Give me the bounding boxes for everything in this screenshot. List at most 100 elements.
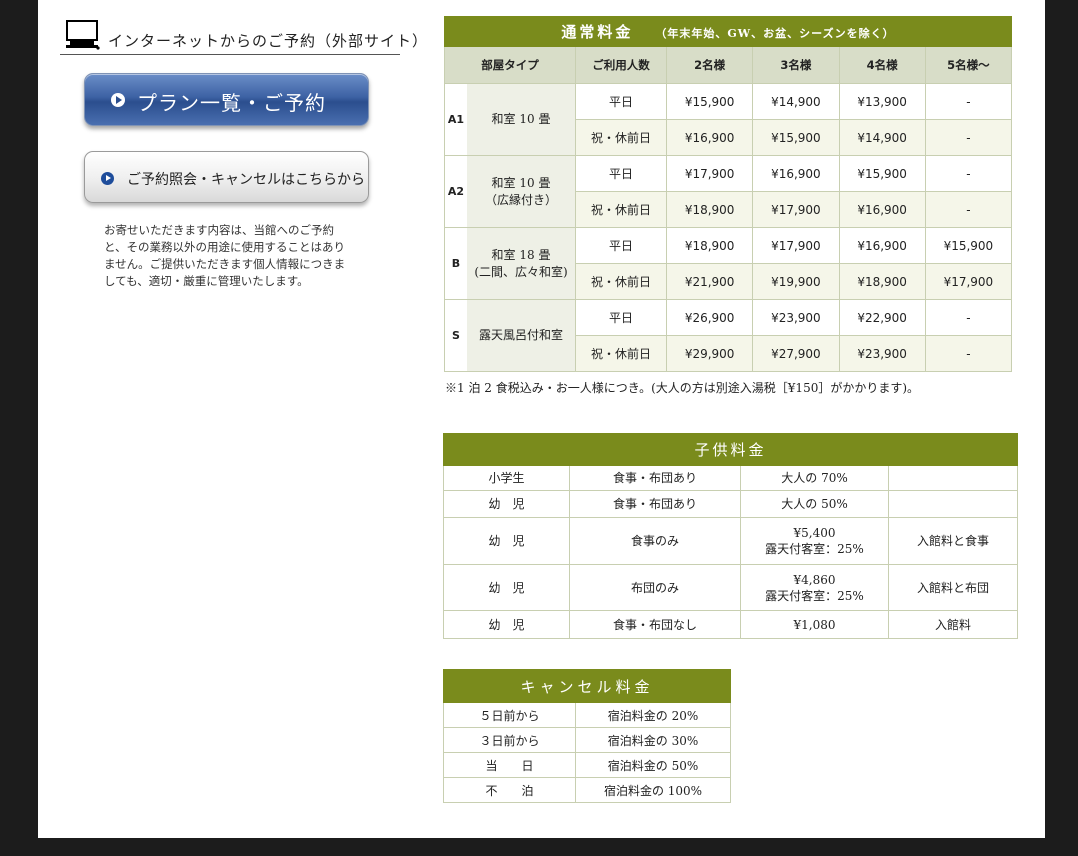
cancel-timing: 当 日: [443, 752, 576, 778]
table-row: 幼 児 食事のみ ¥5,400 露天付客室：25% 入館料と食事: [443, 517, 1018, 565]
price-5: -: [924, 335, 1013, 372]
price-4: ¥13,900: [838, 83, 926, 120]
child-price: ¥5,400 露天付客室：25%: [740, 517, 889, 565]
internet-reservation-heading-text: インターネットからのご予約（外部サイト）: [108, 32, 429, 50]
room-name-text: 露天風呂付和室: [478, 328, 563, 342]
table-row: ３日前から 宿泊料金の 30%: [443, 727, 731, 753]
child-category: 幼 児: [443, 517, 570, 565]
child-price-sub: 露天付客室：25%: [765, 542, 864, 556]
regular-rates-title-note: （年末年始、GW、お盆、シーズンを除く）: [655, 27, 895, 40]
child-price-main: 大人の 50%: [781, 497, 848, 511]
child-price-sub: 露天付客室：25%: [765, 588, 864, 603]
day-type: 祝・休前日: [575, 191, 667, 228]
price-3: ¥23,900: [752, 299, 840, 336]
child-category: 幼 児: [443, 564, 570, 611]
child-price: ¥1,080: [740, 610, 889, 639]
child-note: [888, 465, 1018, 491]
table-row: 幼 児 布団のみ ¥4,860 露天付客室：25% 入館料と布団: [443, 564, 1018, 611]
reservation-inquiry-cancel-button[interactable]: ご予約照会・キャンセルはこちらから: [84, 151, 369, 203]
child-price: 大人の 70%: [740, 465, 889, 491]
table-row: 幼 児 食事・布団あり 大人の 50%: [443, 490, 1018, 518]
price-2: ¥18,900: [665, 227, 754, 264]
rate-footnote: ※1 泊 2 食税込み・お一人様につき。(大人の方は別途入湯税［¥150］がかか…: [445, 381, 920, 395]
table-row: 不 泊 宿泊料金の 100%: [443, 777, 731, 803]
price-2: ¥15,900: [665, 83, 754, 120]
privacy-note: お寄せいただきます内容は、当館へのご予約と、その業務以外の用途に使用することはあ…: [104, 223, 346, 288]
room-code: S: [444, 299, 467, 372]
room-code: A2: [444, 155, 467, 228]
child-note: 入館料と布団: [888, 564, 1018, 611]
price-3: ¥17,900: [752, 227, 840, 264]
header-4-guests: 4名様: [838, 46, 926, 84]
room-code: A1: [444, 83, 467, 156]
header-guests: ご利用人数: [575, 46, 667, 84]
price-2: ¥17,900: [665, 155, 754, 192]
day-type: 平日: [575, 227, 667, 264]
child-rates-table: 子供料金 小学生 食事・布団あり 大人の 70% 幼 児 食事・布団あり 大人の…: [443, 433, 1018, 639]
header-room-type: 部屋タイプ: [444, 46, 576, 84]
regular-rates-table: 通常料金 （年末年始、GW、お盆、シーズンを除く） 部屋タイプ ご利用人数 2名様…: [444, 16, 1013, 372]
room-name-sub: (二間、広々和室): [474, 264, 568, 279]
child-service: 食事・布団なし: [569, 610, 741, 639]
price-3: ¥17,900: [752, 191, 840, 228]
price-4: ¥15,900: [838, 155, 926, 192]
child-price: ¥4,860 露天付客室：25%: [740, 564, 889, 611]
child-price-main: ¥1,080: [793, 617, 836, 632]
price-2: ¥21,900: [665, 263, 754, 300]
arrow-circle-icon: [101, 172, 114, 185]
table-row: 小学生 食事・布団あり 大人の 70%: [443, 465, 1018, 491]
cancel-fees-table: キャンセル料金 ５日前から 宿泊料金の 20% ３日前から 宿泊料金の 30% …: [443, 669, 731, 803]
price-2: ¥18,900: [665, 191, 754, 228]
price-3: ¥16,900: [752, 155, 840, 192]
price-4: ¥16,900: [838, 191, 926, 228]
room-name-text: 和室 18 畳: [491, 247, 551, 262]
child-price-main: 大人の 70%: [781, 471, 848, 485]
room-name-text: 和室 10 畳: [491, 112, 551, 126]
child-rates-title: 子供料金: [443, 433, 1018, 466]
child-note: 入館料: [888, 610, 1018, 639]
room-name: 和室 18 畳 (二間、広々和室): [467, 227, 576, 300]
day-type: 平日: [575, 83, 667, 120]
room-name: 露天風呂付和室: [467, 299, 576, 372]
price-4: ¥14,900: [838, 119, 926, 156]
cancel-fees-title: キャンセル料金: [443, 669, 731, 703]
plan-list-reservation-button[interactable]: プラン一覧・ご予約: [84, 73, 369, 126]
price-4: ¥18,900: [838, 263, 926, 300]
day-type: 祝・休前日: [575, 335, 667, 372]
regular-rates-title: 通常料金: [561, 23, 634, 41]
child-category: 小学生: [443, 465, 570, 491]
room-name: 和室 10 畳 （広縁付き）: [467, 155, 576, 228]
child-service: 食事のみ: [569, 517, 741, 565]
price-3: ¥19,900: [752, 263, 840, 300]
day-type: 平日: [575, 299, 667, 336]
child-price-main: ¥5,400: [793, 526, 836, 540]
price-4: ¥23,900: [838, 335, 926, 372]
table-row: 幼 児 食事・布団なし ¥1,080 入館料: [443, 610, 1018, 639]
cancel-timing: 不 泊: [443, 777, 576, 803]
price-4: ¥22,900: [838, 299, 926, 336]
day-type: 祝・休前日: [575, 119, 667, 156]
price-2: ¥29,900: [665, 335, 754, 372]
arrow-circle-icon: [111, 93, 125, 107]
regular-rates-banner: 通常料金 （年末年始、GW、お盆、シーズンを除く）: [444, 16, 1012, 47]
header-5-guests: 5名様〜: [924, 46, 1013, 84]
cancel-timing: ３日前から: [443, 727, 576, 753]
room-name: 和室 10 畳: [467, 83, 576, 156]
internet-reservation-heading: インターネットからのご予約（外部サイト）: [60, 18, 427, 55]
table-row: B 和室 18 畳 (二間、広々和室) 平日 ¥18,900 ¥17,900 ¥1…: [444, 227, 1013, 300]
computer-monitor-icon: [66, 20, 100, 50]
price-4: ¥16,900: [838, 227, 926, 264]
child-note: [888, 490, 1018, 518]
price-3: ¥27,900: [752, 335, 840, 372]
child-price-main: ¥4,860: [793, 572, 836, 587]
child-service: 食事・布団あり: [569, 490, 741, 518]
table-row: ５日前から 宿泊料金の 20%: [443, 702, 731, 728]
day-type: 平日: [575, 155, 667, 192]
cancel-fee: 宿泊料金の 20%: [575, 702, 731, 728]
child-price: 大人の 50%: [740, 490, 889, 518]
table-row: S 露天風呂付和室 平日 ¥26,900 ¥23,900 ¥22,900 -: [444, 299, 1013, 372]
price-5: ¥15,900: [924, 227, 1013, 264]
child-category: 幼 児: [443, 490, 570, 518]
cancel-timing: ５日前から: [443, 702, 576, 728]
price-2: ¥16,900: [665, 119, 754, 156]
